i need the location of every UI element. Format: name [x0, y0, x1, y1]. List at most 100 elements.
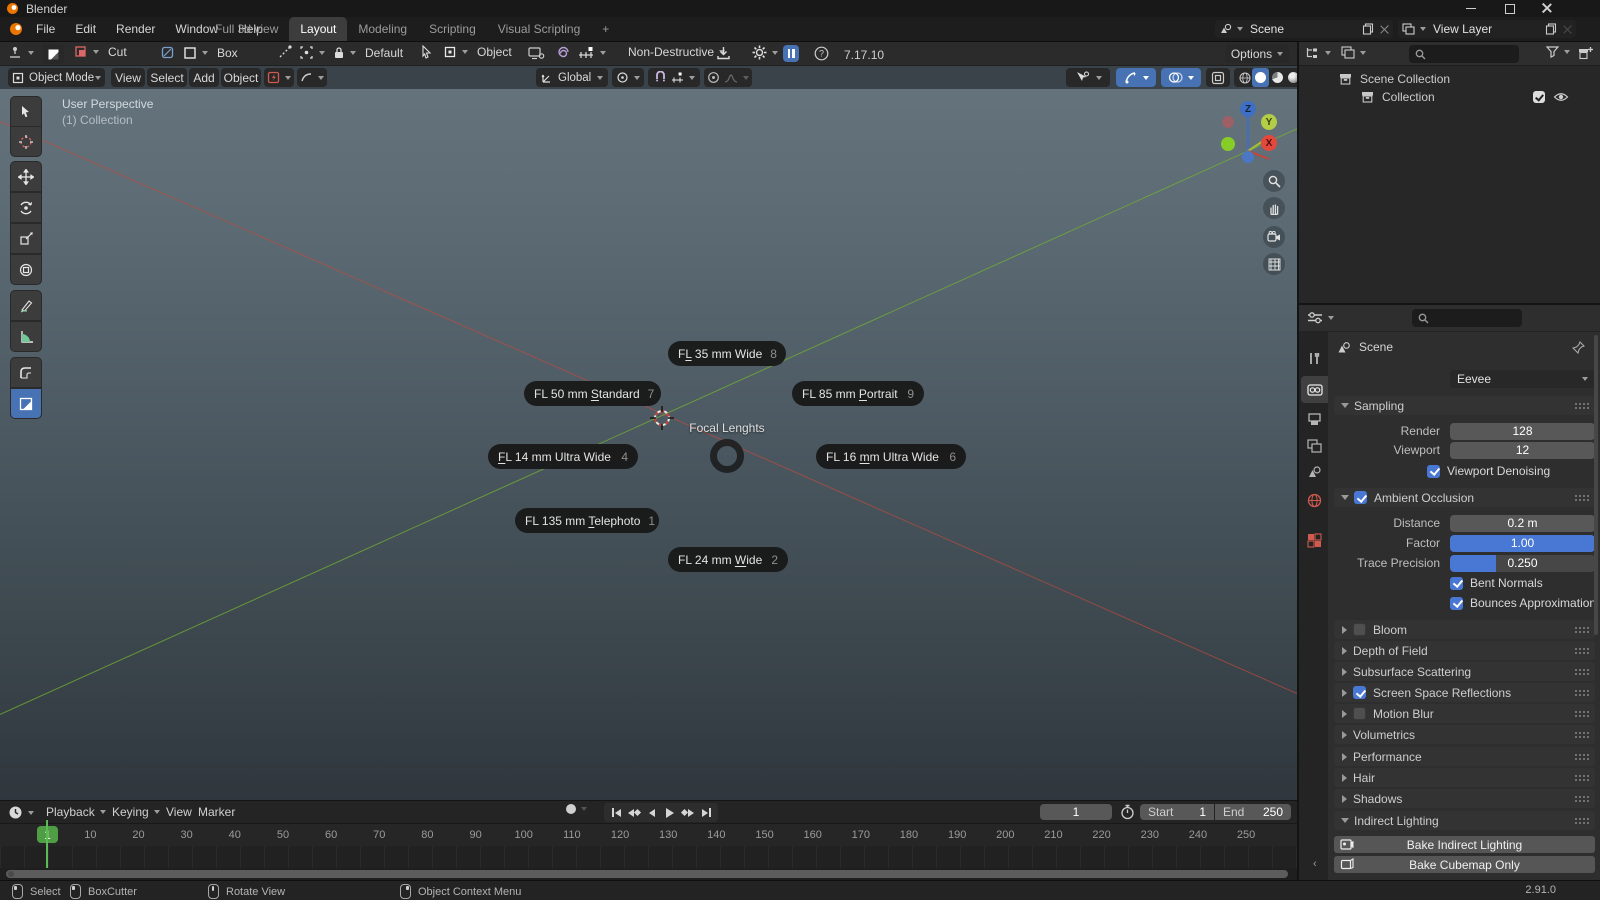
- end-frame-field[interactable]: End 250: [1215, 804, 1291, 820]
- minimize-button[interactable]: [1466, 8, 1476, 9]
- view-layer-selector[interactable]: View Layer: [1398, 20, 1576, 38]
- tab-scene[interactable]: [1302, 460, 1326, 484]
- bake-indirect-lighting-button[interactable]: Bake Indirect Lighting: [1334, 836, 1595, 853]
- copy-icon[interactable]: [1545, 23, 1557, 35]
- collection-visibility-toggle[interactable]: [1553, 91, 1569, 106]
- playhead-line[interactable]: [46, 820, 48, 868]
- drag-dots-icon[interactable]: [1574, 774, 1589, 781]
- checkbox-unchecked-icon[interactable]: [1353, 623, 1366, 636]
- properties-scrollbar[interactable]: [1594, 335, 1598, 635]
- active-tool-preview-button[interactable]: [42, 44, 64, 64]
- tab-modeling[interactable]: Modeling: [347, 17, 418, 41]
- copy-icon[interactable]: [1362, 23, 1374, 35]
- region-expand-arrow[interactable]: ‹: [1313, 858, 1317, 870]
- checkbox-checked-icon[interactable]: [1353, 686, 1366, 699]
- outliner-display-mode-button[interactable]: [1341, 46, 1366, 59]
- bent-normals-row[interactable]: Bent Normals: [1450, 575, 1543, 591]
- maximize-button[interactable]: [1505, 4, 1515, 14]
- target-group[interactable]: Object: [420, 45, 512, 59]
- play-reverse-button[interactable]: [643, 804, 661, 822]
- section-shadows[interactable]: Shadows: [1334, 789, 1595, 808]
- render-engine-dropdown[interactable]: Eevee: [1450, 370, 1595, 388]
- outliner-search-input[interactable]: [1409, 45, 1519, 63]
- properties-editor-type-button[interactable]: [1307, 311, 1334, 325]
- jump-to-end-button[interactable]: [697, 804, 715, 822]
- section-sampling[interactable]: Sampling: [1334, 396, 1595, 415]
- outliner-row-scene-collection[interactable]: Scene Collection: [1339, 70, 1450, 88]
- ao-factor-slider[interactable]: 1.00: [1450, 535, 1595, 552]
- ao-trace-precision-slider[interactable]: 0.250: [1450, 555, 1595, 572]
- shape-group[interactable]: Box: [160, 45, 238, 60]
- new-collection-button[interactable]: [1578, 46, 1593, 63]
- keying-menu[interactable]: Keying: [112, 801, 160, 823]
- properties-search-input[interactable]: [1412, 309, 1522, 327]
- section-bloom[interactable]: Bloom: [1334, 620, 1595, 639]
- add-workspace-button[interactable]: +: [591, 17, 620, 41]
- pie-menu-item[interactable]: FL 35 mm Wide8: [668, 341, 786, 366]
- drag-dots-icon[interactable]: [1574, 494, 1589, 501]
- checkbox-checked-icon[interactable]: [1354, 491, 1367, 504]
- sampling-viewport-field[interactable]: 12: [1450, 442, 1595, 459]
- tab-world[interactable]: [1302, 488, 1326, 512]
- section-subsurface-scattering[interactable]: Subsurface Scattering: [1334, 662, 1595, 681]
- close-button[interactable]: [1542, 3, 1552, 13]
- section-ambient-occlusion[interactable]: Ambient Occlusion: [1334, 488, 1595, 507]
- unlink-scene-icon[interactable]: [1380, 25, 1389, 34]
- section-indirect-lighting[interactable]: Indirect Lighting: [1334, 811, 1595, 830]
- collection-checkbox[interactable]: [1533, 91, 1545, 103]
- drag-dots-icon[interactable]: [1574, 710, 1589, 717]
- current-frame-field[interactable]: 1: [1040, 804, 1112, 820]
- timeline-scrollbar[interactable]: [6, 870, 1288, 878]
- previous-keyframe-button[interactable]: [625, 804, 643, 822]
- timeline-editor-type-button[interactable]: [8, 805, 34, 820]
- start-frame-field[interactable]: Start 1: [1140, 804, 1214, 820]
- tab-view-layer[interactable]: [1302, 434, 1326, 458]
- menu-render[interactable]: Render: [106, 17, 165, 41]
- pie-menu-item[interactable]: FL 24 mm Wide2: [668, 547, 788, 572]
- section-volumetrics[interactable]: Volumetrics: [1334, 725, 1595, 744]
- auto-keying-group[interactable]: [566, 804, 587, 814]
- section-performance[interactable]: Performance: [1334, 747, 1595, 766]
- drag-dots-icon[interactable]: [1574, 753, 1589, 760]
- drag-dots-icon[interactable]: [1574, 689, 1589, 696]
- menu-file[interactable]: File: [26, 17, 65, 41]
- operation-dropdown[interactable]: Non-Destructive: [628, 45, 725, 59]
- marker-menu[interactable]: Marker: [198, 801, 235, 823]
- drag-dots-icon[interactable]: [1574, 795, 1589, 802]
- menu-edit[interactable]: Edit: [65, 17, 106, 41]
- jump-to-start-button[interactable]: [607, 804, 625, 822]
- timeline-ruler[interactable]: 1 10203040506070809010011012013014015016…: [0, 824, 1297, 846]
- tab-layout[interactable]: Layout: [289, 17, 347, 41]
- ao-distance-field[interactable]: 0.2 m: [1450, 515, 1595, 532]
- options-button[interactable]: Options: [1225, 44, 1289, 63]
- pie-menu-item[interactable]: FL 16 mm Ultra Wide6: [816, 444, 966, 469]
- tab-render-active[interactable]: [1301, 376, 1328, 403]
- blender-menu-icon[interactable]: [8, 22, 24, 36]
- pause-button[interactable]: [783, 45, 799, 62]
- outliner-filter-button[interactable]: [1546, 46, 1570, 58]
- next-keyframe-button[interactable]: [679, 804, 697, 822]
- pie-menu-item[interactable]: FL 14 mm Ultra Wide4: [488, 444, 638, 469]
- sort-snap-group[interactable]: [556, 45, 606, 60]
- behavior-group[interactable]: Default: [278, 45, 403, 60]
- drag-dots-icon[interactable]: [1574, 668, 1589, 675]
- section-motion-blur[interactable]: Motion Blur: [1334, 704, 1595, 723]
- scene-selector[interactable]: Scene: [1215, 20, 1393, 38]
- sampling-render-field[interactable]: 128: [1450, 423, 1595, 440]
- 3d-viewport[interactable]: Object Mode View Select Add Object: [0, 66, 1297, 800]
- tab-output[interactable]: [1302, 408, 1326, 432]
- pie-menu-item[interactable]: FL 85 mm Portrait9: [792, 381, 924, 406]
- settings-dropdown[interactable]: [752, 45, 778, 60]
- drag-dots-icon[interactable]: [1574, 817, 1589, 824]
- section-hair[interactable]: Hair: [1334, 768, 1595, 787]
- checkbox-unchecked-icon[interactable]: [1353, 707, 1366, 720]
- pin-icon[interactable]: [1572, 341, 1585, 354]
- playback-menu[interactable]: Playback: [46, 801, 106, 823]
- tab-tool[interactable]: [1302, 346, 1326, 370]
- checkbox-checked-icon[interactable]: [1450, 597, 1463, 610]
- tab-texture[interactable]: [1302, 528, 1326, 552]
- stopwatch-icon[interactable]: [1120, 804, 1135, 820]
- cut-shape-dropdown[interactable]: Cut: [74, 45, 127, 59]
- display-link-icon[interactable]: [528, 46, 545, 61]
- timeline-view-menu[interactable]: View: [166, 801, 192, 823]
